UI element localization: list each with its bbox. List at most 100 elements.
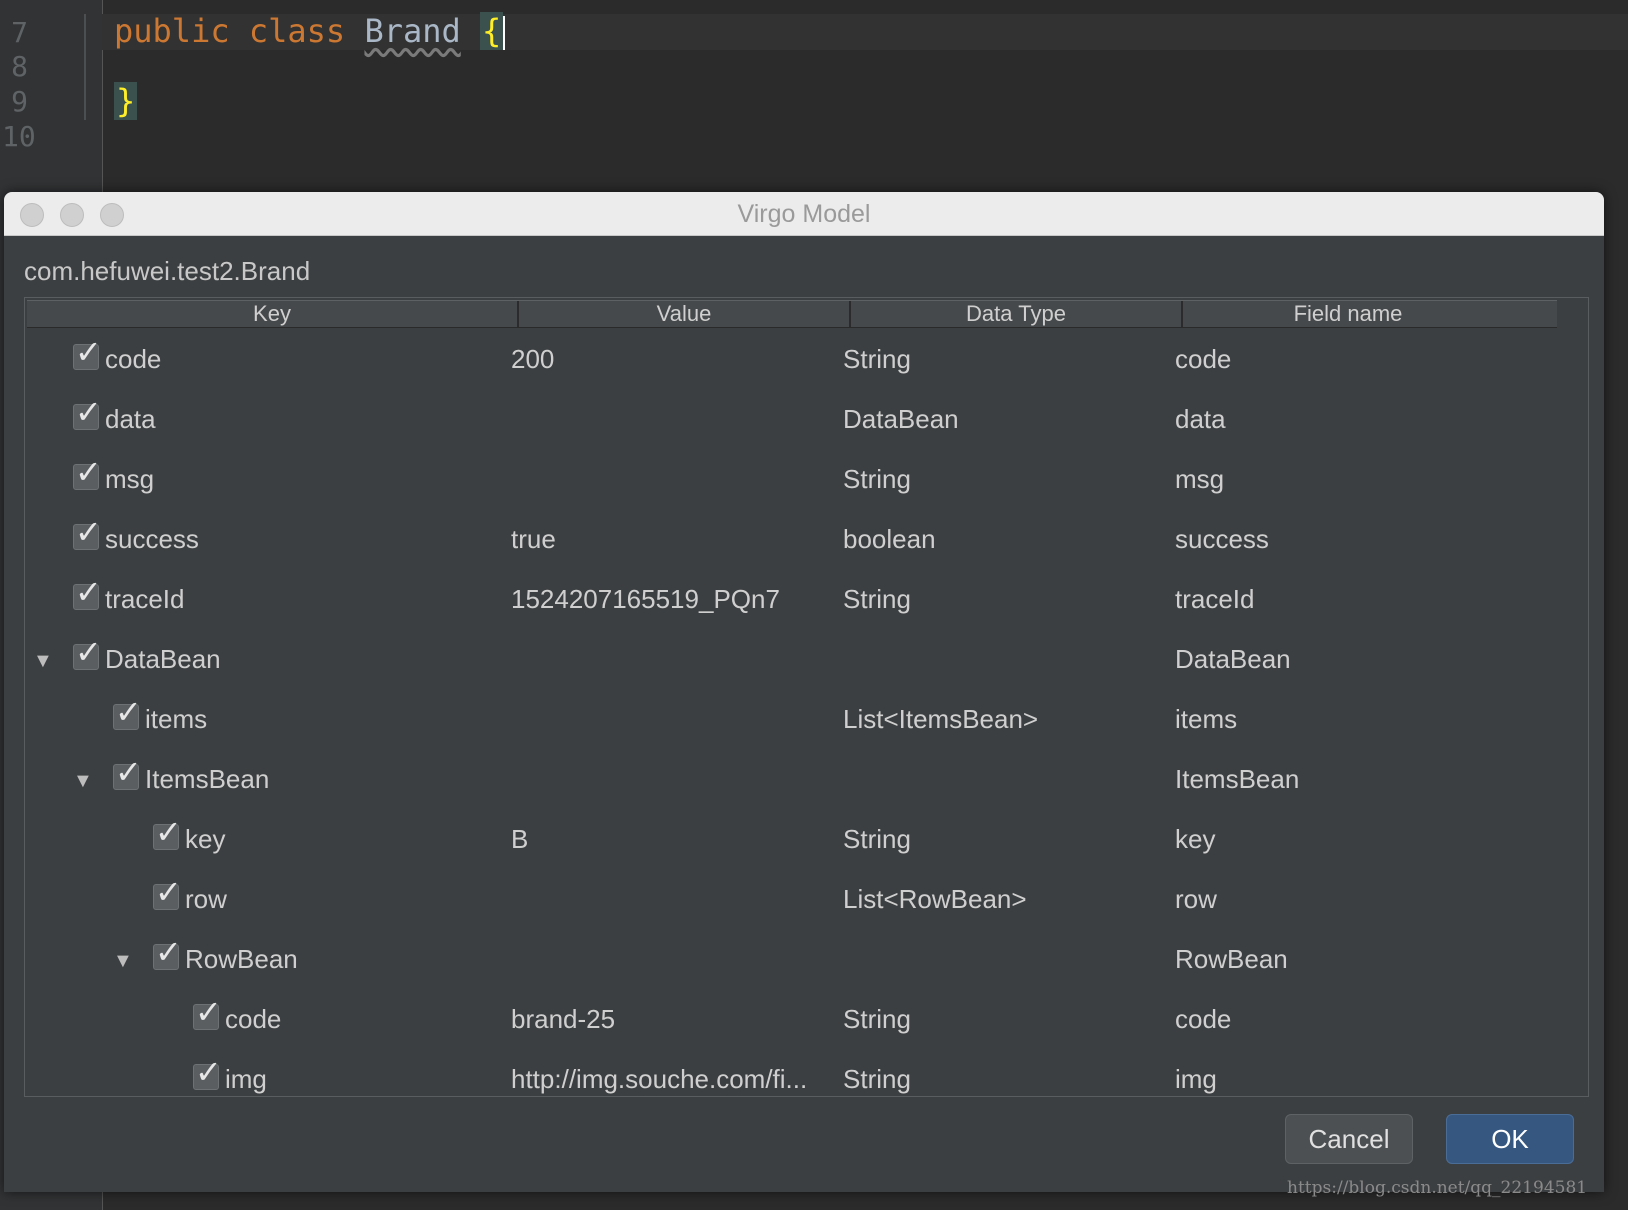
column-header-value[interactable]: Value bbox=[519, 301, 851, 327]
column-header-data-type[interactable]: Data Type bbox=[851, 301, 1183, 327]
class-path-label: com.hefuwei.test2.Brand bbox=[24, 256, 311, 286]
row-checkbox[interactable]: ✓ bbox=[113, 695, 142, 730]
row-field-name[interactable]: DataBean bbox=[1175, 644, 1291, 675]
keyword-public: public bbox=[114, 12, 230, 50]
row-checkbox[interactable]: ✓ bbox=[193, 995, 222, 1030]
row-data-type: String bbox=[843, 584, 911, 614]
row-field-name[interactable]: code bbox=[1175, 1004, 1231, 1035]
code-line-closing-brace[interactable]: } bbox=[114, 82, 138, 120]
checkmark-icon: ✓ bbox=[155, 874, 182, 910]
keyword-class: class bbox=[248, 12, 346, 50]
column-header-key[interactable]: Key bbox=[27, 301, 519, 327]
row-value: 200 bbox=[511, 344, 555, 374]
checkmark-icon: ✓ bbox=[155, 814, 182, 850]
row-field-name[interactable]: data bbox=[1175, 404, 1226, 435]
watermark-text: https://blog.csdn.net/qq_22194581 bbox=[1287, 1178, 1588, 1198]
row-data-type: String bbox=[843, 1004, 911, 1034]
row-checkbox[interactable]: ✓ bbox=[73, 455, 102, 490]
dialog-titlebar[interactable]: Virgo Model bbox=[4, 192, 1604, 236]
expand-arrow-icon[interactable]: ▼ bbox=[33, 650, 53, 673]
row-field-name[interactable]: row bbox=[1175, 884, 1217, 915]
row-checkbox[interactable]: ✓ bbox=[153, 815, 182, 850]
table-row[interactable]: ✓ code brand-25 String code bbox=[25, 992, 1585, 1052]
virgo-model-dialog: Virgo Model com.hefuwei.test2.Brand Key … bbox=[4, 192, 1604, 1192]
row-checkbox[interactable]: ✓ bbox=[73, 335, 102, 370]
checkmark-icon: ✓ bbox=[75, 394, 102, 430]
checkmark-icon: ✓ bbox=[75, 574, 102, 610]
row-field-name[interactable]: success bbox=[1175, 524, 1269, 555]
model-tree-table[interactable]: Key Value Data Type Field name ✓ code 200 S… bbox=[24, 297, 1589, 1097]
row-data-type: String bbox=[843, 824, 911, 854]
table-row[interactable]: ▼ ✓ DataBean DataBean bbox=[25, 632, 1585, 692]
table-row[interactable]: ✓ key B String key bbox=[25, 812, 1585, 872]
column-header-field-name[interactable]: Field name bbox=[1183, 301, 1513, 327]
checkmark-icon: ✓ bbox=[115, 754, 142, 790]
row-value: 1524207165519_PQn7 bbox=[511, 584, 780, 614]
row-key: img bbox=[225, 1064, 267, 1094]
table-row[interactable]: ✓ traceId 1524207165519_PQn7 String traceId bbox=[25, 572, 1585, 632]
table-row[interactable]: ✓ msg String msg bbox=[25, 452, 1585, 512]
row-data-type: String bbox=[843, 344, 911, 374]
checkmark-icon: ✓ bbox=[155, 934, 182, 970]
checkmark-icon: ✓ bbox=[75, 334, 102, 370]
row-field-name[interactable]: ItemsBean bbox=[1175, 764, 1299, 795]
row-field-name[interactable]: img bbox=[1175, 1064, 1217, 1095]
row-key: ItemsBean bbox=[145, 764, 270, 794]
row-key: data bbox=[105, 404, 156, 434]
checkmark-icon: ✓ bbox=[195, 1054, 222, 1090]
close-brace: } bbox=[114, 82, 138, 120]
class-name: Brand bbox=[364, 12, 461, 50]
table-row[interactable]: ▼ ✓ RowBean RowBean bbox=[25, 932, 1585, 992]
expand-arrow-icon[interactable]: ▼ bbox=[73, 770, 93, 793]
table-row[interactable]: ✓ row List<RowBean> row bbox=[25, 872, 1585, 932]
row-key: msg bbox=[105, 464, 155, 494]
table-row[interactable]: ✓ data DataBean data bbox=[25, 392, 1585, 452]
row-key: RowBean bbox=[185, 944, 298, 974]
row-checkbox[interactable]: ✓ bbox=[193, 1055, 222, 1090]
row-checkbox[interactable]: ✓ bbox=[113, 755, 142, 790]
expand-arrow-icon[interactable]: ▼ bbox=[113, 950, 133, 973]
table-row[interactable]: ▼ ✓ ItemsBean ItemsBean bbox=[25, 752, 1585, 812]
row-key: items bbox=[145, 704, 208, 734]
row-field-name[interactable]: RowBean bbox=[1175, 944, 1288, 975]
table-header: Key Value Data Type Field name bbox=[27, 300, 1557, 328]
row-data-type: String bbox=[843, 464, 911, 494]
row-checkbox[interactable]: ✓ bbox=[73, 575, 102, 610]
row-field-name[interactable]: msg bbox=[1175, 464, 1224, 495]
table-row[interactable]: ✓ img http://img.souche.com/fi... String img bbox=[25, 1052, 1585, 1096]
row-field-name[interactable]: key bbox=[1175, 824, 1215, 855]
code-line-class-declaration[interactable]: public class Brand { bbox=[114, 12, 506, 50]
text-caret bbox=[503, 16, 506, 50]
line-number: 9 bbox=[11, 85, 28, 118]
row-data-type: DataBean bbox=[843, 404, 959, 434]
table-row[interactable]: ✓ code 200 String code bbox=[25, 332, 1585, 392]
checkmark-icon: ✓ bbox=[75, 514, 102, 550]
checkmark-icon: ✓ bbox=[115, 694, 142, 730]
row-data-type: boolean bbox=[843, 524, 936, 554]
open-brace: { bbox=[480, 12, 504, 50]
row-field-name[interactable]: code bbox=[1175, 344, 1231, 375]
table-row[interactable]: ✓ success true boolean success bbox=[25, 512, 1585, 572]
row-key: DataBean bbox=[105, 644, 221, 674]
row-field-name[interactable]: traceId bbox=[1175, 584, 1255, 615]
row-field-name[interactable]: items bbox=[1175, 704, 1237, 735]
row-checkbox[interactable]: ✓ bbox=[153, 935, 182, 970]
row-value: true bbox=[511, 524, 556, 554]
row-checkbox[interactable]: ✓ bbox=[73, 635, 102, 670]
line-number: 8 bbox=[11, 50, 28, 83]
row-key: row bbox=[185, 884, 227, 914]
row-checkbox[interactable]: ✓ bbox=[73, 395, 102, 430]
row-data-type: List<ItemsBean> bbox=[843, 704, 1039, 734]
cancel-button[interactable]: Cancel bbox=[1285, 1114, 1413, 1164]
row-checkbox[interactable]: ✓ bbox=[153, 875, 182, 910]
ok-button[interactable]: OK bbox=[1446, 1114, 1574, 1164]
row-key: key bbox=[185, 824, 226, 854]
row-key: code bbox=[105, 344, 162, 374]
row-checkbox[interactable]: ✓ bbox=[73, 515, 102, 550]
checkmark-icon: ✓ bbox=[195, 994, 222, 1030]
table-row[interactable]: ✓ items List<ItemsBean> items bbox=[25, 692, 1585, 752]
line-number: 7 bbox=[11, 16, 28, 49]
fold-guide bbox=[84, 14, 86, 120]
row-value: http://img.souche.com/fi... bbox=[511, 1064, 808, 1094]
checkmark-icon: ✓ bbox=[75, 634, 102, 670]
